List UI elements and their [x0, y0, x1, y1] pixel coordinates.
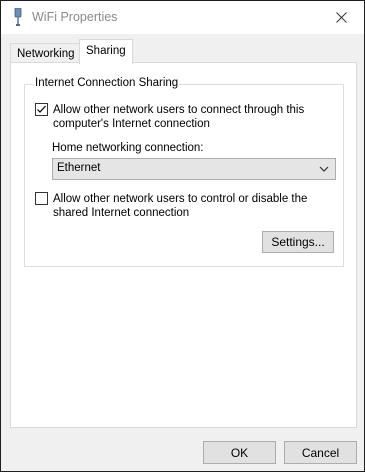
allow-connect-label-line1: Allow other network users to connect thr… — [53, 104, 305, 116]
allow-connect-checkbox[interactable] — [35, 103, 48, 116]
home-connection-label: Home networking connection: — [52, 142, 204, 154]
wifi-properties-window: WiFi Properties Networking Sharing Inter… — [0, 0, 365, 472]
chevron-down-icon — [319, 166, 329, 172]
home-connection-value: Ethernet — [57, 162, 101, 174]
allow-control-checkbox[interactable] — [35, 192, 48, 205]
home-connection-select[interactable]: Ethernet — [52, 158, 336, 180]
allow-control-label[interactable]: Allow other network users to control or … — [53, 192, 307, 220]
title-bar[interactable]: WiFi Properties — [1, 1, 364, 34]
close-button[interactable] — [318, 1, 364, 34]
checkmark-icon — [37, 105, 46, 113]
window-title: WiFi Properties — [32, 10, 118, 24]
close-icon — [335, 12, 347, 23]
ok-button[interactable]: OK — [203, 441, 276, 464]
allow-connect-label[interactable]: Allow other network users to connect thr… — [53, 103, 304, 131]
settings-button[interactable]: Settings... — [262, 231, 334, 253]
allow-control-label-line1: Allow other network users to control or … — [53, 193, 308, 205]
tab-networking[interactable]: Networking — [10, 43, 82, 64]
allow-connect-label-line2: computer's Internet connection — [53, 118, 210, 130]
internet-connection-sharing-group: Internet Connection Sharing Allow other … — [24, 77, 344, 267]
tab-sharing[interactable]: Sharing — [79, 39, 133, 64]
wifi-adapter-icon — [14, 8, 22, 26]
cancel-button[interactable]: Cancel — [284, 441, 357, 464]
allow-control-label-line2: shared Internet connection — [53, 207, 190, 219]
sharing-panel: Internet Connection Sharing Allow other … — [10, 62, 357, 428]
group-title: Internet Connection Sharing — [34, 77, 180, 89]
